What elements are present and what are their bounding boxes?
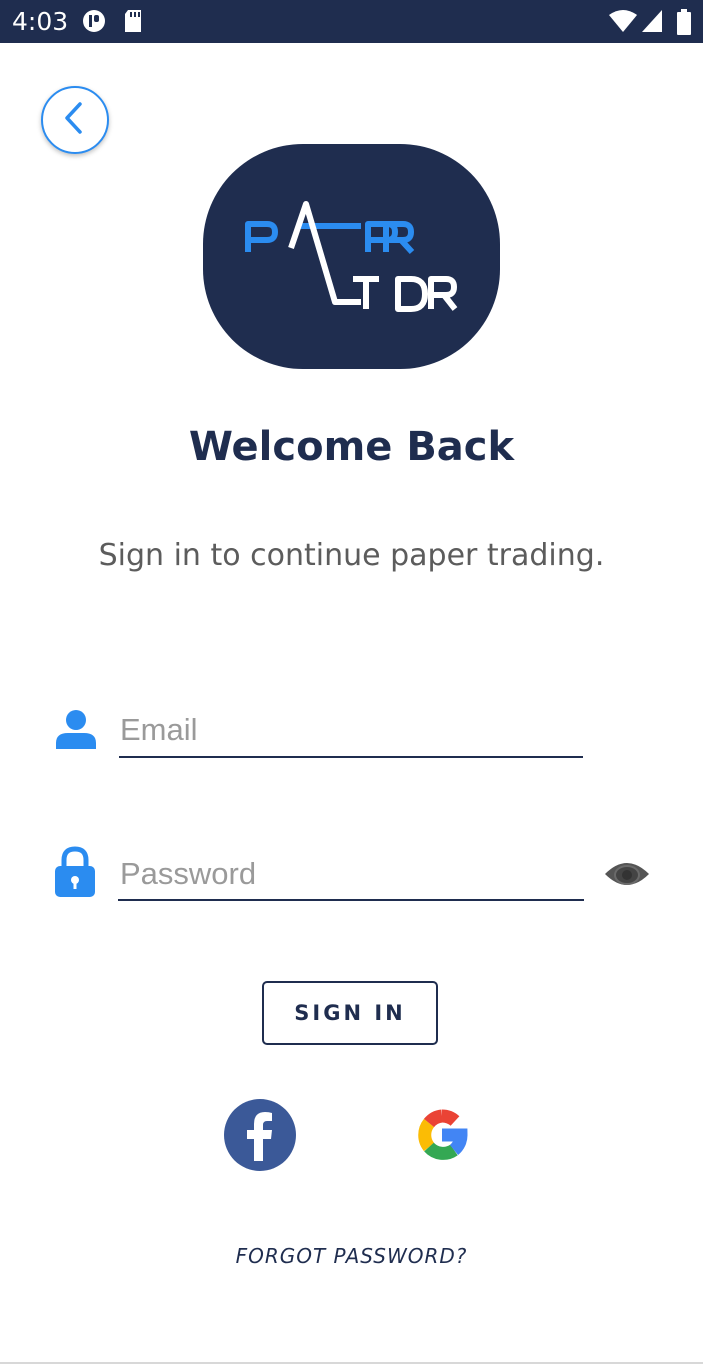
sign-in-button[interactable]: SIGN IN [262,981,438,1045]
eye-icon[interactable] [603,858,651,895]
welcome-subtitle: Sign in to continue paper trading. [98,538,605,573]
signal-icon [641,9,663,38]
google-icon[interactable] [406,1099,478,1176]
back-button[interactable] [41,86,109,154]
email-underline [119,756,583,758]
sd-card-icon [123,9,143,38]
forgot-password-link[interactable]: FORGOT PASSWORD? [0,1244,703,1268]
bottom-divider [0,1362,703,1364]
battery-icon [677,9,691,40]
lock-icon [55,846,95,903]
media-icon [82,9,106,38]
wifi-icon [609,9,637,38]
status-bar: 4:03 [0,0,703,43]
welcome-title: Welcome Back [188,424,515,470]
status-time: 4:03 [12,7,69,36]
facebook-icon[interactable] [224,1099,296,1176]
user-icon [56,709,96,754]
password-underline [118,899,584,901]
email-field[interactable] [120,708,580,752]
app-logo [203,144,500,369]
chevron-left-icon [60,101,90,140]
password-field[interactable] [120,852,580,896]
